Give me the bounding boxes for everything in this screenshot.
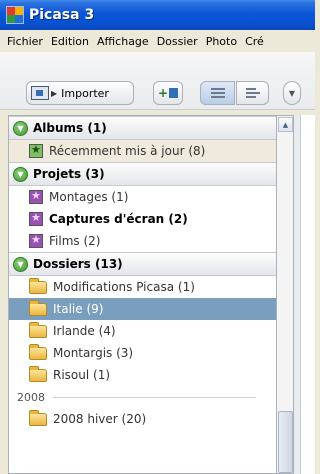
title-bar: Picasa 3 xyxy=(0,0,315,30)
tree-view-icon xyxy=(245,88,260,98)
folder-italie[interactable]: Italie (9) xyxy=(9,298,276,320)
section-albums-label: Albums (1) xyxy=(33,121,107,135)
project-captures[interactable]: Captures d'écran (2) xyxy=(9,208,276,230)
import-button[interactable]: ▶ Importer xyxy=(26,81,134,105)
folder-icon xyxy=(29,343,47,360)
folder-label: Modifications Picasa (1) xyxy=(53,280,195,294)
view-list-button[interactable] xyxy=(200,81,235,105)
project-montages-label: Montages (1) xyxy=(49,190,129,204)
album-star-icon xyxy=(29,143,43,158)
folder-label: Montargis (3) xyxy=(53,346,134,360)
folder-label: 2008 hiver (20) xyxy=(53,412,147,426)
folder-risoul[interactable]: Risoul (1) xyxy=(9,364,276,386)
add-album-icon: + xyxy=(158,86,179,100)
folder-2008-hiver[interactable]: 2008 hiver (20) xyxy=(9,408,276,430)
menu-creer[interactable]: Cré xyxy=(241,35,268,48)
expand-icon[interactable]: ▼ xyxy=(13,256,28,272)
folder-icon xyxy=(29,365,47,382)
project-captures-label: Captures d'écran (2) xyxy=(49,212,188,226)
project-star-icon xyxy=(29,211,43,226)
project-star-icon xyxy=(29,233,43,248)
album-recent[interactable]: Récemment mis à jour (8) xyxy=(9,140,276,162)
year-divider: 2008 xyxy=(9,386,276,408)
list-view-icon xyxy=(210,88,225,98)
menu-dossier[interactable]: Dossier xyxy=(153,35,202,48)
section-projets[interactable]: ▼ Projets (3) xyxy=(9,162,276,186)
folder-label: Irlande (4) xyxy=(53,324,116,338)
picasa-app-icon xyxy=(6,6,24,24)
menu-edition[interactable]: Edition xyxy=(47,35,93,48)
library-panel: ▼ Albums (1) Récemment mis à jour (8) ▼ … xyxy=(8,115,277,474)
dropdown-button[interactable]: ▼ xyxy=(283,81,301,105)
vertical-scrollbar[interactable]: ▲ xyxy=(277,115,294,474)
section-dossiers-label: Dossiers (13) xyxy=(33,257,123,271)
menu-photo[interactable]: Photo xyxy=(202,35,241,48)
divider-line xyxy=(53,396,256,398)
section-projets-label: Projets (3) xyxy=(33,167,105,181)
album-recent-label: Récemment mis à jour (8) xyxy=(49,144,206,158)
menu-fichier[interactable]: Fichier xyxy=(3,35,47,48)
toolbar: ▶ Importer + ▼ xyxy=(0,52,315,110)
folder-icon xyxy=(29,299,47,316)
folder-icon xyxy=(29,277,47,294)
menu-bar: Fichier Edition Affichage Dossier Photo … xyxy=(0,30,315,52)
folder-irlande[interactable]: Irlande (4) xyxy=(9,320,276,342)
project-films-label: Films (2) xyxy=(49,234,101,248)
main-content-edge xyxy=(300,115,315,474)
camera-import-icon xyxy=(31,86,49,100)
chevron-down-icon: ▼ xyxy=(288,88,296,98)
expand-icon[interactable]: ▼ xyxy=(13,166,28,182)
folder-icon xyxy=(29,409,47,426)
folder-label: Italie (9) xyxy=(53,302,104,316)
folder-label: Risoul (1) xyxy=(53,368,111,382)
window-title: Picasa 3 xyxy=(29,7,95,23)
project-films[interactable]: Films (2) xyxy=(9,230,276,252)
import-label: Importer xyxy=(61,86,109,100)
menu-affichage[interactable]: Affichage xyxy=(93,35,153,48)
expand-icon[interactable]: ▼ xyxy=(13,120,28,136)
section-dossiers[interactable]: ▼ Dossiers (13) xyxy=(9,252,276,276)
scroll-up-button[interactable]: ▲ xyxy=(278,117,293,132)
folder-modifications[interactable]: Modifications Picasa (1) xyxy=(9,276,276,298)
scroll-thumb[interactable] xyxy=(278,411,293,473)
folder-icon xyxy=(29,321,47,338)
view-tree-button[interactable] xyxy=(236,81,269,105)
project-montages[interactable]: Montages (1) xyxy=(9,186,276,208)
folder-montargis[interactable]: Montargis (3) xyxy=(9,342,276,364)
project-star-icon xyxy=(29,189,43,204)
year-label: 2008 xyxy=(17,390,45,404)
arrow-right-icon: ▶ xyxy=(51,88,58,98)
add-to-album-button[interactable]: + xyxy=(153,81,183,105)
section-albums[interactable]: ▼ Albums (1) xyxy=(9,116,276,140)
